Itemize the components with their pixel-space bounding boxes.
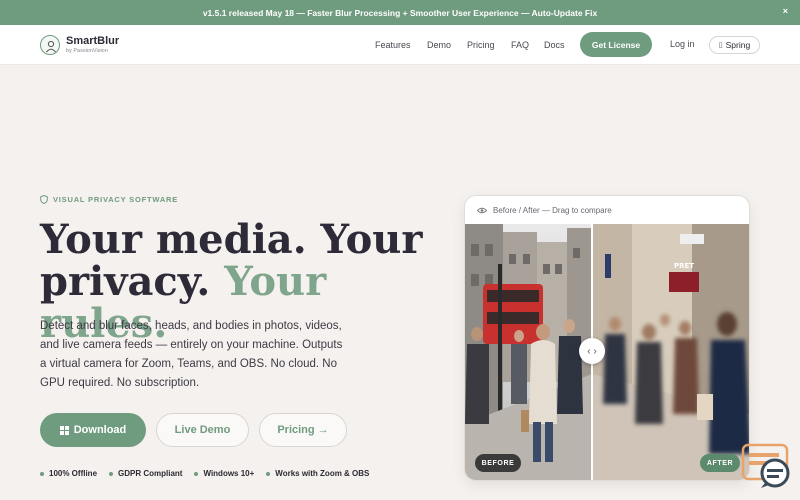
- theme-toggle[interactable]: ▯ Spring: [709, 36, 760, 54]
- headline-line-1: Your media. Your: [40, 216, 423, 263]
- after-label: AFTER: [700, 454, 740, 472]
- shield-icon: [40, 195, 48, 204]
- brand-byline: by PassionVision: [66, 48, 108, 54]
- feature-badges: 100% Offline GDPR Compliant Windows 10+ …: [40, 469, 369, 478]
- announcement-bar: v1.5.1 released May 18 — Faster Blur Pro…: [0, 0, 800, 25]
- drag-arrows-icon: ‹ ›: [587, 345, 597, 357]
- compare-card: Before / After — Drag to compare PRET ‹ …: [464, 195, 750, 481]
- brand-name: SmartBlur: [66, 35, 120, 47]
- login-link[interactable]: Log in: [670, 39, 695, 49]
- headline-line-2: privacy.: [40, 258, 211, 305]
- theme-label: Spring: [725, 40, 751, 50]
- close-icon[interactable]: ×: [783, 6, 788, 16]
- brand[interactable]: SmartBlur by PassionVision: [66, 35, 119, 54]
- download-button[interactable]: Download: [40, 413, 146, 447]
- chat-icon: [741, 443, 790, 488]
- download-label: Download: [73, 424, 127, 436]
- badge-offline: 100% Offline: [40, 469, 97, 478]
- pret-sign: PRET: [674, 262, 694, 270]
- compare-slider-handle[interactable]: ‹ ›: [579, 338, 605, 364]
- announcement-text: v1.5.1 released May 18 — Faster Blur Pro…: [202, 7, 598, 18]
- nav-docs[interactable]: Docs: [544, 40, 565, 50]
- hero-description: Detect and blur faces, heads, and bodies…: [40, 320, 343, 389]
- compare-caption: Before / After — Drag to compare: [493, 205, 612, 215]
- nav-demo[interactable]: Demo: [427, 40, 451, 50]
- before-label: BEFORE: [475, 454, 521, 472]
- nav-features[interactable]: Features: [375, 40, 411, 50]
- leaf-icon: ▯: [718, 42, 723, 49]
- hero-eyebrow: VISUAL PRIVACY SOFTWARE: [40, 195, 178, 204]
- compare-header: Before / After — Drag to compare: [465, 196, 749, 224]
- windows-icon: [59, 425, 69, 435]
- logo-icon[interactable]: [40, 35, 60, 55]
- site-header: SmartBlur by PassionVision Features Demo…: [0, 25, 800, 65]
- badge-windows: Windows 10+: [194, 469, 254, 478]
- chat-widget-button[interactable]: [741, 443, 791, 489]
- street-scene-image[interactable]: PRET: [465, 224, 750, 481]
- pricing-button[interactable]: Pricing →: [259, 413, 347, 447]
- get-license-button[interactable]: Get License: [580, 32, 652, 57]
- nav-pricing[interactable]: Pricing: [467, 40, 495, 50]
- nav-faq[interactable]: FAQ: [511, 40, 529, 50]
- badge-gdpr: GDPR Compliant: [109, 469, 182, 478]
- live-demo-button[interactable]: Live Demo: [156, 413, 249, 447]
- badge-zoom-obs: Works with Zoom & OBS: [266, 469, 369, 478]
- eye-icon: [477, 207, 487, 213]
- eyebrow-text: VISUAL PRIVACY SOFTWARE: [53, 195, 179, 204]
